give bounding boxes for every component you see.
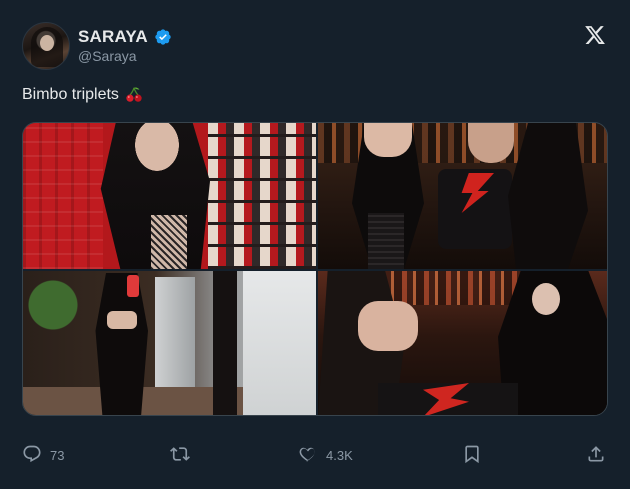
tweet-text: Bimbo triplets — [22, 86, 119, 103]
photo-4-person-1-skin — [358, 301, 418, 351]
photo-3-plant — [23, 275, 83, 345]
tweet-text-row: Bimbo triplets — [22, 86, 143, 104]
tweet-actions-bar: 73 4.3K — [0, 440, 630, 470]
media-photo-2[interactable] — [318, 123, 607, 269]
media-photo-4[interactable] — [318, 271, 607, 415]
bookmark-icon — [462, 444, 482, 467]
bookmark-button[interactable] — [462, 440, 482, 470]
cherry-emoji-icon — [125, 86, 143, 104]
heart-icon — [298, 444, 318, 467]
like-count: 4.3K — [326, 447, 353, 463]
share-icon — [586, 444, 606, 467]
photo-3-door — [213, 271, 237, 415]
photo-2-person-1-skin — [364, 123, 412, 157]
share-button[interactable] — [586, 440, 606, 470]
photo-3-window — [243, 271, 316, 415]
photo-1-wall-left — [23, 123, 103, 269]
media-photo-3[interactable] — [23, 271, 316, 415]
author-display-name[interactable]: SARAYA — [78, 27, 148, 47]
photo-4-person-2-face — [532, 283, 560, 315]
tweet-card: SARAYA @Saraya Bimbo triplets 73 4.3K — [0, 0, 630, 489]
retweet-button[interactable] — [170, 440, 190, 470]
like-button[interactable]: 4.3K — [298, 440, 353, 470]
reply-icon — [22, 444, 42, 467]
photo-1-fishnet-leg — [151, 215, 187, 269]
photo-3-fridge — [155, 277, 195, 387]
photo-1-sticker-wall — [208, 123, 316, 269]
reply-count: 73 — [50, 447, 65, 463]
author-handle[interactable]: @Saraya — [78, 48, 137, 64]
media-photo-1[interactable] — [23, 123, 316, 269]
photo-2-person-2-skin — [468, 123, 514, 163]
reply-button[interactable]: 73 — [22, 440, 64, 470]
photo-3-phone — [127, 275, 139, 297]
verified-badge-icon — [154, 28, 172, 46]
avatar[interactable] — [22, 22, 70, 70]
media-grid — [22, 122, 608, 416]
author-name-row: SARAYA — [78, 26, 172, 48]
photo-3-person-skin — [107, 311, 137, 329]
x-logo-icon[interactable] — [584, 24, 606, 46]
retweet-icon — [170, 444, 190, 467]
photo-2-boots — [368, 213, 404, 269]
avatar-face — [40, 35, 54, 51]
